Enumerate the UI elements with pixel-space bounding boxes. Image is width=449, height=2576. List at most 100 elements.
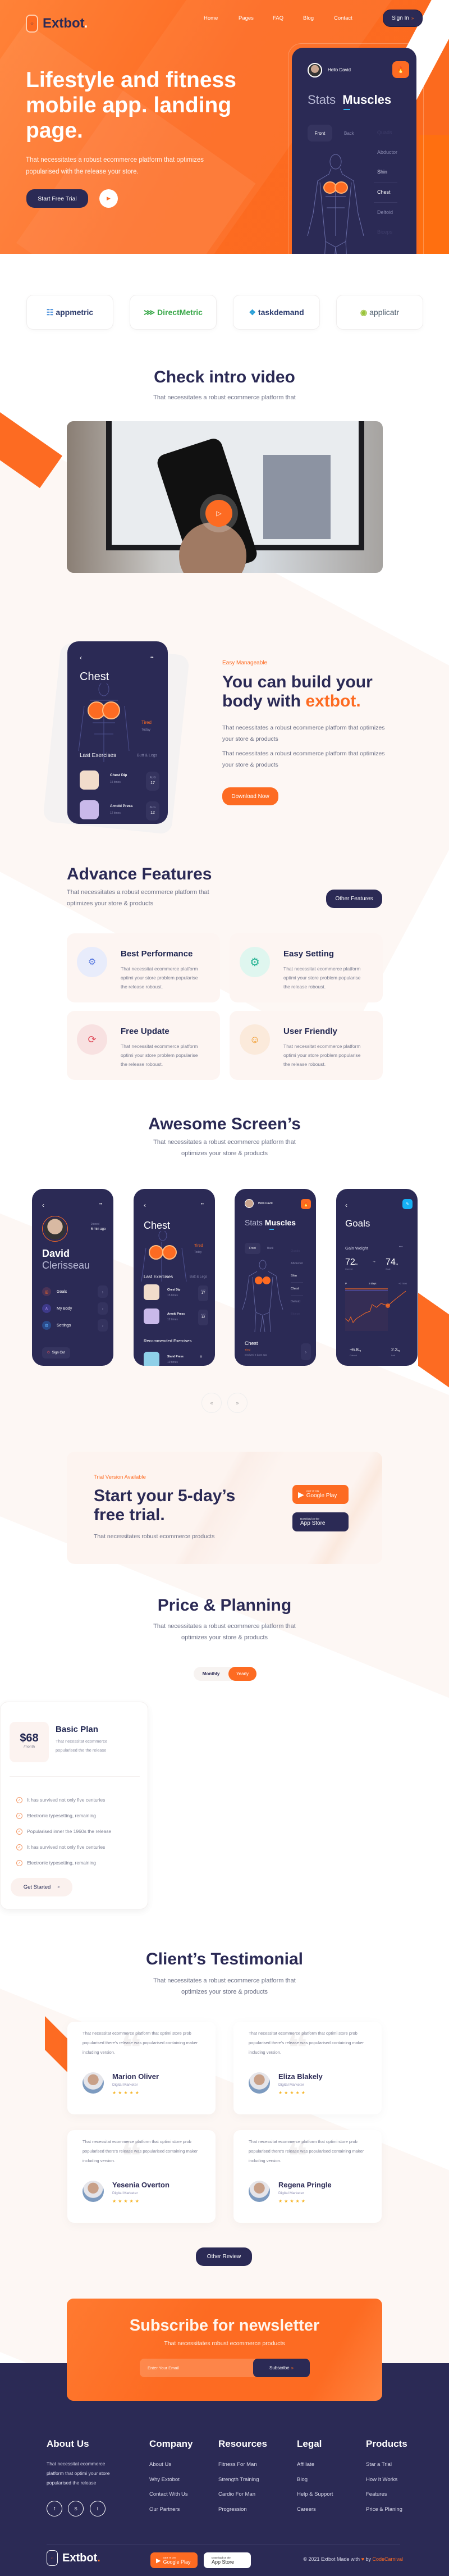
intro-video-thumbnail[interactable]: ▷ — [67, 421, 383, 573]
newsletter-card: Subscribe for newsletter That necessitat… — [67, 2299, 382, 2401]
footer-logo[interactable]: ⁘ Extbot. — [47, 2550, 100, 2566]
star-rating: ★★★★★ — [112, 2090, 141, 2095]
trial-eyebrow: Trial Version Available — [94, 1474, 146, 1480]
refresh-check-icon: ⟳ — [77, 1024, 107, 1055]
screens-subtitle: That necessitates a robust ecommerce pla… — [153, 1139, 296, 1157]
trial-subtitle: That necessitates robust ecommerce produ… — [94, 1533, 215, 1540]
footer-link[interactable]: Help & Support — [297, 2491, 333, 2506]
footer-link[interactable]: Price & Planing — [366, 2506, 402, 2522]
play-video-button[interactable]: ▶ — [99, 189, 118, 208]
toggle-yearly[interactable]: Yearly — [228, 1667, 256, 1681]
download-now-button[interactable]: Download Now — [222, 787, 278, 805]
footer-link[interactable]: Cardio For Man — [218, 2491, 259, 2506]
twitter-icon[interactable]: t — [90, 2501, 106, 2516]
footer-link[interactable]: How It Works — [366, 2477, 402, 2492]
footer-link[interactable]: Star a Trial — [366, 2461, 402, 2477]
nav-home[interactable]: Home — [204, 15, 218, 21]
goals-screen: ‹ ✎ Goals Gain Weight ••• 72kg Current → … — [336, 1189, 418, 1366]
partner-logo-taskdemand: ❖ taskdemand — [233, 295, 320, 330]
reviewer-role: Digital Marketer — [278, 2083, 304, 2087]
reviewer-name: Yesenia Overton — [112, 2181, 169, 2189]
footer-products-title: Products — [366, 2438, 407, 2449]
footer-link[interactable]: Why Extobot — [149, 2477, 188, 2492]
carousel-prev-button[interactable]: « — [201, 1393, 222, 1413]
footer-about-title: About Us — [47, 2438, 89, 2449]
carousel-next-button[interactable]: » — [227, 1393, 248, 1413]
more-icon: •• — [150, 655, 154, 660]
footer-link[interactable]: Affiliate — [297, 2461, 333, 2477]
footer-link[interactable]: Features — [366, 2491, 402, 2506]
subscribe-button[interactable]: Subscribe» — [253, 2359, 310, 2377]
testimonial-card: ❝ That necessitat ecommerce platform tha… — [233, 2022, 382, 2114]
screens-title: Awesome Screen’s — [148, 1115, 301, 1133]
phone-greeting: Hello David — [328, 67, 351, 72]
muscles-screen: Hello David 🔥 Stats Muscles Front Back Q… — [235, 1189, 316, 1366]
facebook-icon[interactable]: f — [47, 2501, 62, 2516]
partner-logo-applicatr: ◉ applicatr — [336, 295, 423, 330]
testimonial-text: That necessitat ecommerce platform that … — [249, 2031, 364, 2055]
plan-name: Basic Plan — [56, 1725, 98, 1734]
footer-link[interactable]: Fitness For Man — [218, 2461, 259, 2477]
get-started-button[interactable]: Get Started» — [11, 1878, 72, 1896]
muscle-item: Biceps — [377, 229, 393, 235]
email-input[interactable] — [140, 2359, 246, 2377]
skype-icon[interactable]: S — [68, 2501, 84, 2516]
avatar — [249, 2072, 270, 2094]
plan-feature-item: ✓Electronic typesetting, remaining — [16, 1855, 111, 1871]
play-icon: ▷ — [216, 509, 222, 517]
footer-link[interactable]: About Us — [149, 2461, 188, 2477]
testimonial-card: ❝ That necessitat ecommerce platform tha… — [67, 2022, 216, 2114]
google-play-icon: ▶ — [298, 1489, 304, 1499]
phone-front-tab: Front — [308, 125, 332, 142]
reviewer-name: Eliza Blakely — [278, 2072, 323, 2081]
feature-card-user-friendly: ☺ User Friendly That necessitat ecommerce… — [230, 1011, 383, 1080]
footer-link[interactable]: Progression — [218, 2506, 259, 2522]
footer-link[interactable]: Contact With Us — [149, 2491, 188, 2506]
footer-link[interactable]: Blog — [297, 2477, 333, 2492]
muscle-item: Shin — [377, 169, 388, 175]
footer-link[interactable]: Strength Training — [218, 2477, 259, 2492]
footer-google-play-button[interactable]: ▶ GET IT ON Google Play — [150, 2552, 198, 2568]
avatar — [245, 1199, 254, 1208]
features-subtitle: That necessitates a robust ecommerce pla… — [67, 889, 209, 907]
muscle-item: Deltoid — [377, 209, 393, 215]
muscle-item-active: Chest — [374, 182, 398, 203]
chevron-right-icon: › — [301, 1343, 311, 1360]
footer-legal-title: Legal — [297, 2438, 322, 2449]
star-rating: ★★★★★ — [112, 2199, 141, 2204]
chevron-right-icon: › — [98, 1319, 108, 1332]
speedometer-gear-icon: ⚙ — [77, 947, 107, 977]
toggle-monthly[interactable]: Monthly — [194, 1671, 228, 1676]
codecarnival-link[interactable]: CodeCarnival — [372, 2556, 403, 2562]
other-features-button[interactable]: Other Features — [326, 890, 382, 908]
reviewer-name: Regena Pringle — [278, 2181, 332, 2189]
sign-in-button[interactable]: Sign In» — [383, 10, 423, 27]
testimonials-title: Client’s Testimonial — [145, 1950, 304, 1968]
chest-phone-mockup: ‹ •• Chest Tired Today Last Exercises Bu… — [67, 641, 168, 824]
avatar — [308, 63, 322, 77]
body-figure-icon — [307, 154, 364, 254]
footer-link[interactable]: Our Partners — [149, 2506, 188, 2522]
testimonial-text: That necessitat ecommerce platform that … — [83, 2031, 198, 2055]
app-store-button[interactable]: Download on the App Store — [292, 1512, 349, 1531]
nav-faq[interactable]: FAQ — [273, 15, 283, 21]
nav-contact[interactable]: Contact — [334, 15, 352, 21]
plan-price: $68 — [20, 1732, 39, 1744]
brand-logo[interactable]: ⁘ Extbot . — [26, 15, 88, 33]
billing-toggle[interactable]: Monthly Yearly — [194, 1667, 256, 1681]
check-circle-icon: ✓ — [16, 1797, 22, 1803]
reviewer-name: Marion Oliver — [112, 2072, 159, 2081]
video-play-button[interactable]: ▷ — [205, 500, 232, 527]
nav-blog[interactable]: Blog — [303, 15, 314, 21]
trial-title: Start your 5-day’s free trial. — [94, 1487, 236, 1524]
feature-card-easy-setting: ⚙ Easy Setting That necessitat ecommerce … — [230, 933, 383, 1002]
other-review-button[interactable]: Other Review — [196, 2247, 252, 2266]
flame-button: 🔥 — [301, 1199, 311, 1209]
nav-pages[interactable]: Pages — [239, 15, 254, 21]
footer-link[interactable]: Careers — [297, 2506, 333, 2522]
footer-app-store-button[interactable]: Download on the App Store — [204, 2552, 251, 2568]
google-play-button[interactable]: ▶ GET IT ON Google Play — [292, 1485, 349, 1504]
testimonials-subtitle: That necessitates a robust ecommerce pla… — [153, 1977, 296, 1995]
start-free-trial-button[interactable]: Start Free Trial — [26, 189, 88, 208]
newsletter-subtitle: That necessitates robust ecommerce produ… — [164, 2340, 285, 2347]
